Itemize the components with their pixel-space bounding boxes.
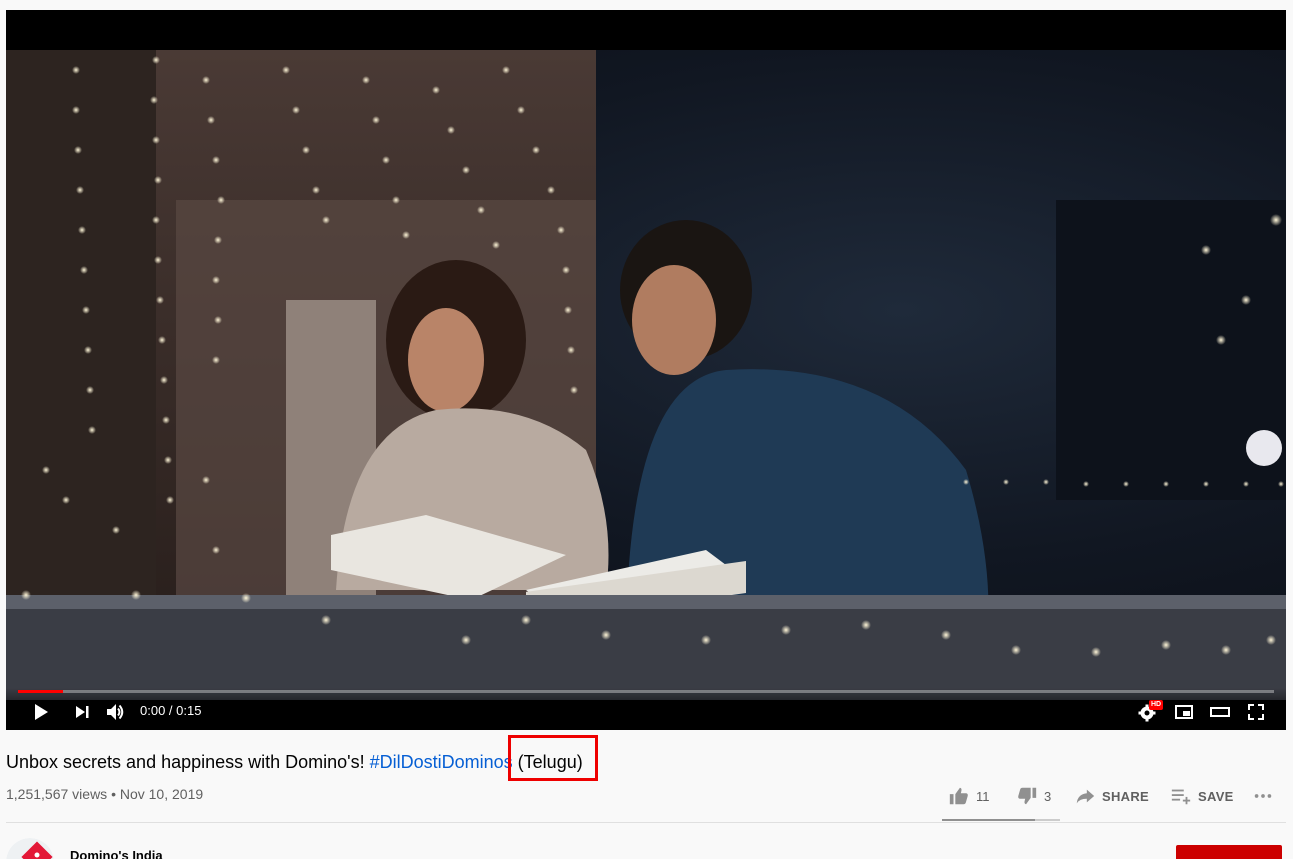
like-count: 11 bbox=[976, 788, 990, 804]
play-icon bbox=[35, 704, 48, 720]
subscribe-button[interactable] bbox=[1176, 845, 1282, 859]
progress-bar[interactable] bbox=[18, 690, 1274, 693]
fullscreen-icon bbox=[1248, 704, 1264, 720]
mute-button[interactable] bbox=[104, 700, 128, 724]
playlist-add-icon bbox=[1171, 789, 1191, 805]
video-title-text: Unbox secrets and happiness with Domino'… bbox=[6, 752, 370, 772]
more-actions-button[interactable] bbox=[1252, 784, 1274, 808]
progress-bar-fill bbox=[18, 690, 64, 693]
thumbs-down-icon bbox=[1018, 787, 1037, 805]
thumbs-up-icon bbox=[949, 787, 968, 805]
channel-avatar[interactable] bbox=[6, 838, 54, 859]
share-label: SHARE bbox=[1102, 788, 1150, 804]
player-controls: 0:00 / 0:15 HD bbox=[6, 688, 1286, 730]
divider bbox=[6, 822, 1286, 823]
hd-badge: HD bbox=[1149, 700, 1164, 710]
save-label: SAVE bbox=[1198, 788, 1234, 804]
settings-button[interactable]: HD bbox=[1136, 700, 1164, 724]
next-button[interactable] bbox=[70, 700, 94, 724]
time-display: 0:00 / 0:15 bbox=[140, 703, 202, 718]
like-button[interactable]: 11 bbox=[948, 784, 990, 808]
dislike-count: 3 bbox=[1044, 788, 1052, 804]
video-scene-image bbox=[6, 50, 1286, 700]
video-frame[interactable] bbox=[6, 50, 1286, 700]
save-button[interactable]: SAVE bbox=[1170, 784, 1234, 808]
video-player[interactable]: 0:00 / 0:15 HD bbox=[6, 10, 1286, 730]
dominos-logo-icon bbox=[6, 838, 54, 859]
fullscreen-button[interactable] bbox=[1244, 700, 1268, 724]
theater-mode-icon bbox=[1210, 707, 1230, 717]
share-button[interactable]: SHARE bbox=[1074, 784, 1149, 808]
video-title: Unbox secrets and happiness with Domino'… bbox=[6, 750, 583, 774]
theater-mode-button[interactable] bbox=[1208, 700, 1232, 724]
sentiment-bar-fill bbox=[942, 819, 1036, 821]
more-horiz-icon bbox=[1254, 794, 1272, 798]
miniplayer-button[interactable] bbox=[1172, 700, 1196, 724]
skip-next-icon bbox=[76, 706, 89, 718]
dislike-button[interactable]: 3 bbox=[1016, 784, 1051, 808]
miniplayer-icon bbox=[1175, 705, 1193, 719]
play-button[interactable] bbox=[28, 700, 52, 724]
annotation-highlight-box bbox=[508, 735, 598, 781]
sentiment-bar bbox=[942, 819, 1060, 821]
volume-icon bbox=[107, 704, 124, 720]
channel-name[interactable]: Domino's India bbox=[70, 848, 163, 859]
share-icon bbox=[1076, 789, 1095, 804]
youtube-watch-page: 0:00 / 0:15 HD Unbox secrets and happine… bbox=[0, 0, 1293, 859]
hashtag-link[interactable]: #DilDostiDominos bbox=[370, 752, 513, 772]
view-count-and-date: 1,251,567 views • Nov 10, 2019 bbox=[6, 786, 204, 802]
